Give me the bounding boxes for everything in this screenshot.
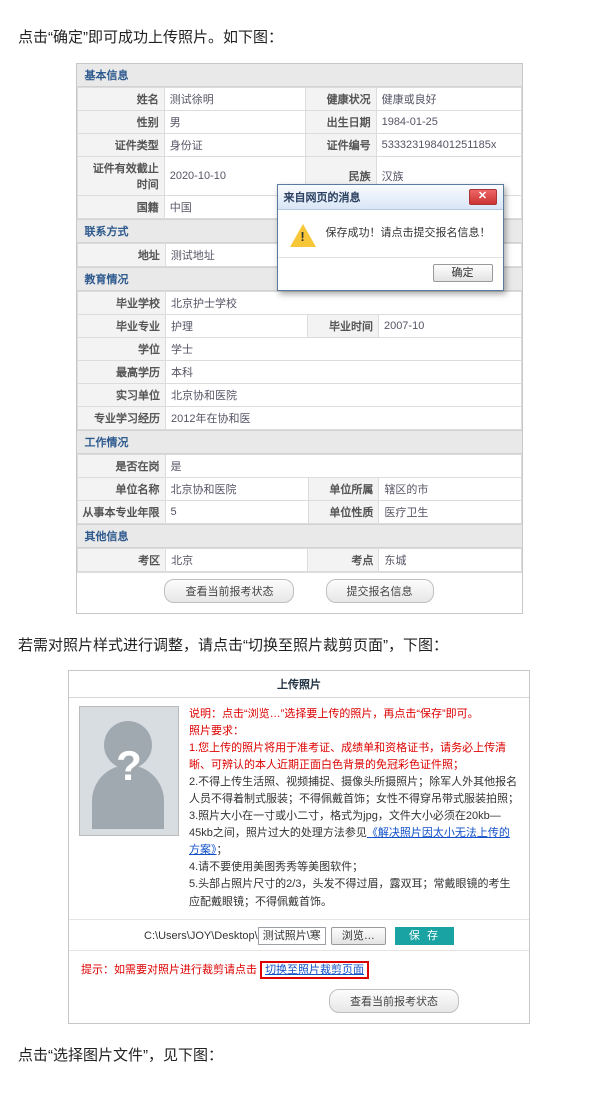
upload-rule-2: 2.不得上传生活照、视频捕捉、摄像头所摄照片；除军人外其他报名人员不得着制式服装… (189, 774, 519, 808)
section-work-title: 工作情况 (77, 430, 522, 454)
value-unit: 北京协和医院 (165, 477, 308, 500)
upload-screenshot: 上传照片 ? 说明：点击“浏览…”选择要上传的照片，再点击“保存”即可。 照片要… (68, 670, 530, 1024)
label-unitloc: 单位所属 (308, 477, 379, 500)
value-unitloc: 辖区的市 (379, 477, 521, 500)
label-idtype: 证件类型 (77, 133, 164, 156)
browse-button[interactable]: 浏览… (331, 927, 386, 945)
upload-intro: 说明：点击“浏览…”选择要上传的照片，再点击“保存”即可。 (189, 706, 519, 723)
section-other-title: 其他信息 (77, 524, 522, 548)
value-topedu: 本科 (165, 360, 521, 383)
label-topedu: 最高学历 (77, 360, 165, 383)
switch-crop-link[interactable]: 切换至照片裁剪页面 (260, 961, 369, 979)
alert-dialog: 来自网页的消息 ✕ ! 保存成功！请点击提交报名信息！ 确定 (277, 184, 504, 291)
label-birth: 出生日期 (306, 110, 376, 133)
dialog-close-button[interactable]: ✕ (469, 189, 497, 205)
label-health: 健康状况 (306, 87, 376, 110)
dialog-body: ! 保存成功！请点击提交报名信息！ (278, 210, 503, 257)
path-prefix: C:\Users\JOY\Desktop\ (144, 930, 258, 942)
upload-rules: 说明：点击“浏览…”选择要上传的照片，再点击“保存”即可。 照片要求： 1.您上… (189, 706, 519, 911)
label-school: 毕业学校 (77, 291, 165, 314)
upload-rule-4: 4.请不要使用美图秀秀等美图软件； (189, 859, 519, 876)
upload-rule-5: 5.头部占照片尺寸的2/3，头发不得过眉，露双耳；常戴眼镜的考生应配戴眼镜；不得… (189, 876, 519, 910)
warning-icon: ! (290, 224, 316, 247)
submit-button[interactable]: 提交报名信息 (326, 579, 434, 603)
dialog-titlebar: 来自网页的消息 ✕ (278, 185, 503, 210)
upload-hint-row: 提示：如需要对照片进行裁剪请点击 切换至照片裁剪页面 (69, 951, 529, 985)
form-button-row: 查看当前报考状态 提交报名信息 (77, 572, 522, 613)
table-edu: 毕业学校 北京护士学校 毕业专业 护理 毕业时间 2007-10 学位 学士 最… (77, 291, 522, 430)
label-name: 姓名 (77, 87, 164, 110)
table-work: 是否在岗 是 单位名称 北京协和医院 单位所属 辖区的市 从事本专业年限 5 单… (77, 454, 522, 524)
label-country: 国籍 (77, 195, 164, 218)
label-gradtime: 毕业时间 (307, 314, 378, 337)
doc-paragraph-2: 若需对照片样式进行调整，请点击“切换至照片裁剪页面”，下图： (18, 632, 580, 661)
value-years: 5 (165, 500, 308, 523)
upload-path-row: C:\Users\JOY\Desktop\测试照片\寒 浏览… 保 存 (69, 919, 529, 951)
value-edu-hist: 2012年在协和医 (165, 406, 521, 429)
upload-rule-1: 1.您上传的照片将用于准考证、成绩单和资格证书，请务必上传清晰、可辨认的本人近期… (189, 740, 519, 774)
label-edu-hist: 专业学习经历 (77, 406, 165, 429)
section-basic-title: 基本信息 (77, 64, 522, 87)
view-status-button[interactable]: 查看当前报考状态 (164, 579, 294, 603)
file-path-input[interactable]: 测试照片\寒 (258, 927, 326, 945)
label-major: 毕业专业 (77, 314, 165, 337)
value-school: 北京护士学校 (165, 291, 521, 314)
value-area: 北京 (166, 548, 308, 571)
value-health: 健康或良好 (376, 87, 521, 110)
table-other: 考区 北京 考点 东城 (77, 548, 522, 572)
avatar-placeholder: ? (79, 706, 179, 836)
value-gradtime: 2007-10 (378, 314, 521, 337)
upload-rule-3: 3.照片大小在一寸或小二寸，格式为jpg，文件大小必须在20kb—45kb之间，… (189, 808, 519, 859)
value-idno: 533323198401251185x (376, 133, 521, 156)
value-onjob: 是 (165, 454, 521, 477)
label-intern: 实习单位 (77, 383, 165, 406)
value-idtype: 身份证 (164, 133, 306, 156)
dialog-title-text: 来自网页的消息 (284, 189, 361, 205)
upload-top-area: ? 说明：点击“浏览…”选择要上传的照片，再点击“保存”即可。 照片要求： 1.… (69, 698, 529, 919)
dialog-ok-button[interactable]: 确定 (433, 264, 493, 282)
upload-hint-prefix: 提示：如需要对照片进行裁剪请点击 (81, 964, 257, 976)
value-nature: 医疗卫生 (379, 500, 521, 523)
avatar-question-icon: ? (80, 745, 178, 787)
label-nature: 单位性质 (308, 500, 379, 523)
label-unit: 单位名称 (77, 477, 165, 500)
label-idexp: 证件有效截止时间 (77, 156, 164, 195)
save-button[interactable]: 保 存 (395, 927, 454, 945)
value-site: 东城 (379, 548, 521, 571)
label-onjob: 是否在岗 (77, 454, 165, 477)
upload-bottom-row: 查看当前报考状态 (69, 985, 529, 1023)
label-years: 从事本专业年限 (77, 500, 165, 523)
view-status-button-2[interactable]: 查看当前报考状态 (329, 989, 459, 1013)
form-screenshot: 基本信息 姓名 测试徐明 健康状况 健康或良好 性别 男 出生日期 1984-0… (76, 63, 523, 614)
doc-paragraph-1: 点击“确定”即可成功上传照片。如下图： (18, 24, 580, 53)
value-major: 护理 (165, 314, 307, 337)
label-addr: 地址 (77, 243, 165, 266)
label-area: 考区 (77, 548, 166, 571)
label-idno: 证件编号 (306, 133, 376, 156)
value-intern: 北京协和医院 (165, 383, 521, 406)
upload-title: 上传照片 (69, 671, 529, 698)
value-gender: 男 (164, 110, 306, 133)
dialog-button-row: 确定 (278, 257, 503, 290)
value-name: 测试徐明 (164, 87, 306, 110)
dialog-message: 保存成功！请点击提交报名信息！ (326, 224, 491, 240)
value-degree: 学士 (165, 337, 521, 360)
value-birth: 1984-01-25 (376, 110, 521, 133)
upload-req-head: 照片要求： (189, 723, 519, 740)
label-degree: 学位 (77, 337, 165, 360)
label-site: 考点 (308, 548, 379, 571)
label-gender: 性别 (77, 110, 164, 133)
doc-paragraph-3: 点击“选择图片文件”，见下图： (18, 1042, 580, 1071)
